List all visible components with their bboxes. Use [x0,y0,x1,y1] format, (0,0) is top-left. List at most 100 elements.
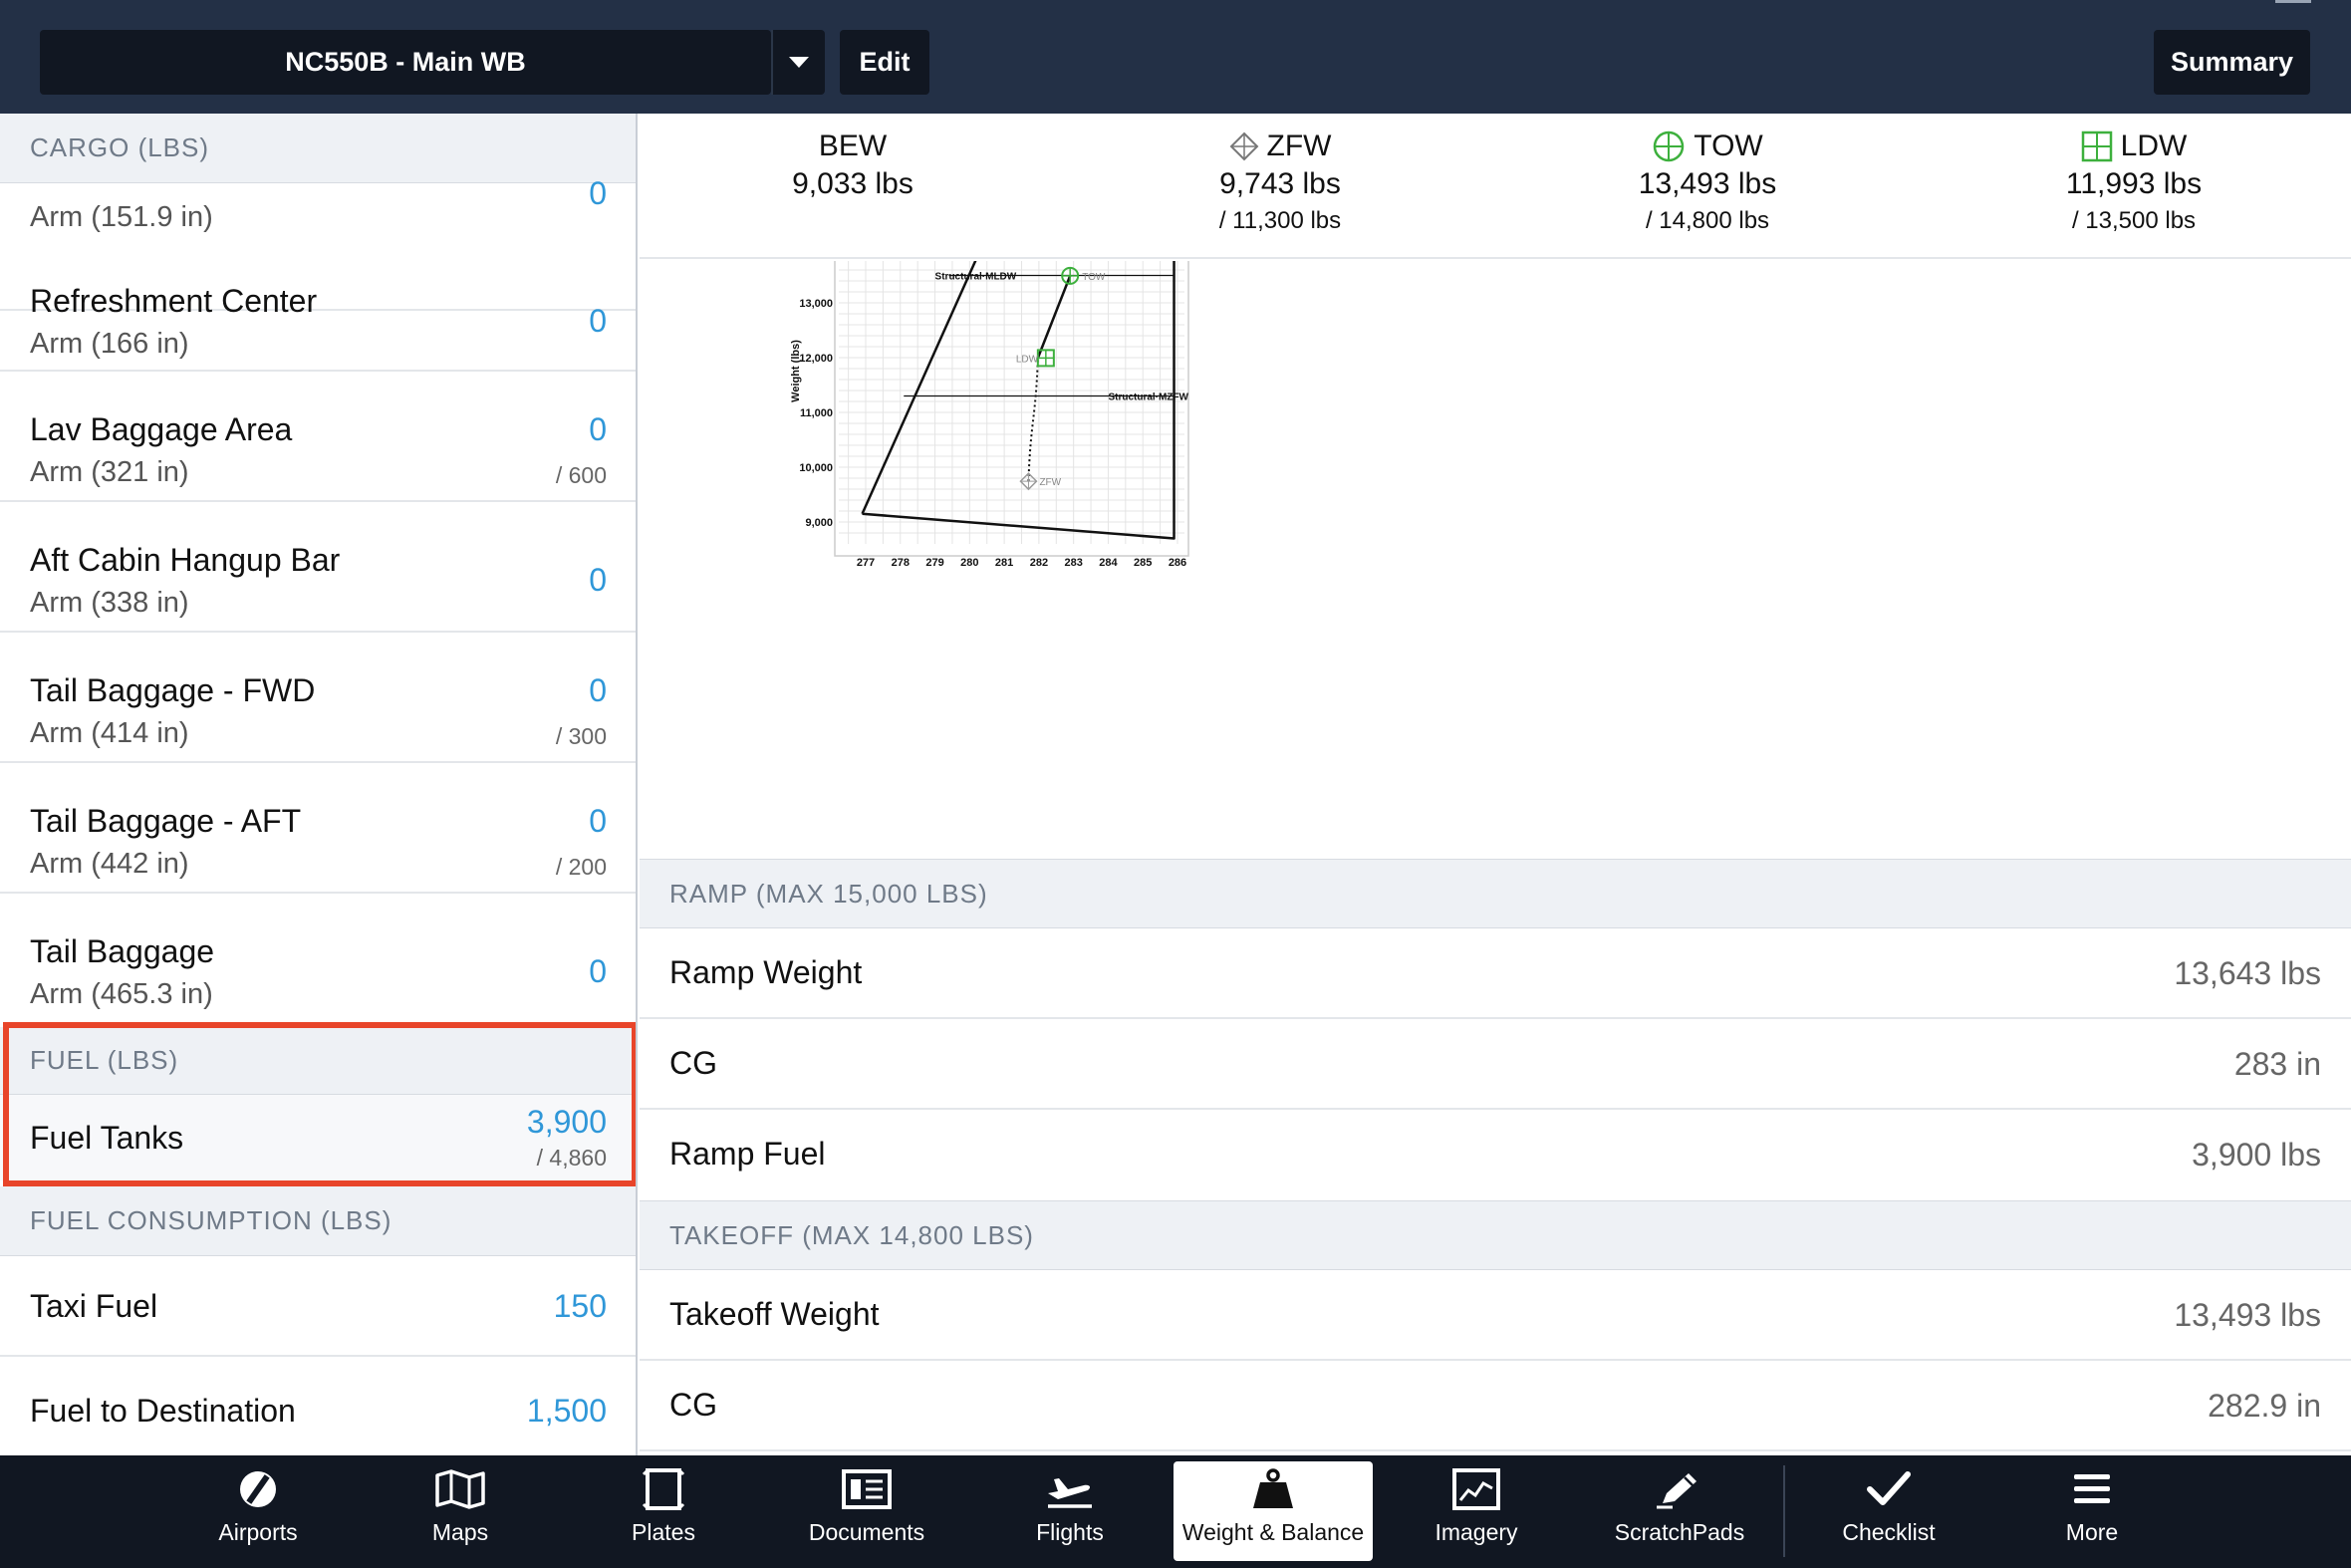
ldw-label: LDW [2120,130,2188,162]
status-indicator [2275,0,2311,3]
weight-summary: BEW 9,033 lbs ZFW 9,743 lbs / 11,300 lbs [640,114,2351,259]
cargo-row-lav-baggage-area[interactable]: Lav Baggage Area Arm (321 in) 0 / 600 [0,372,636,502]
zfw-point-label: ZFW [1039,477,1061,488]
profile-selector[interactable]: NC550B - Main WB [40,30,771,95]
tab-imagery[interactable]: Imagery [1377,1461,1576,1561]
tab-checklist[interactable]: Checklist [1789,1461,1988,1561]
zfw-limit: / 11,300 lbs [1218,207,1342,234]
summary-button[interactable]: Summary [2154,30,2310,95]
tab-label: Airports [218,1519,298,1545]
ramp-fuel-label: Ramp Fuel [669,1136,826,1172]
takeoff-cg-row: CG 282.9 in [640,1361,2351,1451]
cargo-value[interactable]: 0 [589,803,607,840]
ramp-weight-row: Ramp Weight 13,643 lbs [640,928,2351,1019]
tab-weight-balance[interactable]: Weight & Balance [1174,1461,1373,1561]
flights-icon [1048,1478,1092,1508]
tab-more[interactable]: More [1992,1461,2192,1561]
cargo-value[interactable]: 0 [589,672,607,709]
map-icon [435,1469,485,1509]
scale-icon [1253,1468,1293,1508]
ldw-point-label: LDW [1016,354,1039,365]
cargo-row-tail-baggage-aft[interactable]: Tail Baggage - AFT Arm (442 in) 0 / 200 [0,763,636,894]
chart-frame [834,185,1189,557]
takeoff-cg-value: 282.9 in [2208,1388,2321,1424]
cargo-value[interactable]: 0 [589,953,607,990]
tab-scratchpads[interactable]: ScratchPads [1580,1461,1779,1561]
imagery-icon [1452,1468,1500,1510]
ramp-weight-label: Ramp Weight [669,954,863,990]
tab-label: Weight & Balance [1181,1519,1365,1545]
zfw-label: ZFW [1266,130,1332,162]
weight-balance-detail: BEW 9,033 lbs ZFW 9,743 lbs / 11,300 lbs [640,114,2351,1455]
tow-limit: / 14,800 lbs [1645,207,1770,234]
tow-value: 13,493 lbs [1638,167,1777,200]
ramp-cg-row: CG 283 in [640,1019,2351,1110]
cargo-max: / 300 [555,723,607,749]
y-tick-label: 12,000 [799,353,833,365]
tow-stat: TOW 13,493 lbs / 14,800 lbs [1558,128,1857,235]
tab-maps[interactable]: Maps [361,1461,560,1561]
tab-label: Imagery [1435,1519,1518,1545]
cargo-row-aft-cabin-hangup-bar[interactable]: Aft Cabin Hangup Bar Arm (338 in) 0 [0,502,636,633]
taxi-fuel-value[interactable]: 150 [554,1288,607,1325]
cargo-value[interactable]: 0 [589,175,607,212]
tab-label: Documents [808,1519,925,1545]
cargo-arm: Arm (442 in) [30,848,189,880]
cargo-value[interactable]: 0 [589,303,607,340]
x-tick-label: 285 [1134,557,1152,569]
tab-flights[interactable]: Flights [970,1461,1170,1561]
profile-dropdown-button[interactable] [771,30,825,95]
menu-icon [2074,1474,2110,1503]
cargo-arm: Arm (321 in) [30,456,189,488]
cargo-arm: Arm (338 in) [30,587,189,619]
cargo-row-tail-baggage[interactable]: Tail Baggage Arm (465.3 in) 0 [0,894,636,1024]
bew-label: BEW [818,130,888,162]
y-tick-label: 10,000 [799,462,833,474]
x-tick-label: 281 [995,557,1013,569]
tab-airports[interactable]: Airports [158,1461,358,1561]
cargo-arm: Arm (414 in) [30,717,189,749]
y-tick-label: 11,000 [800,407,833,419]
airports-icon [240,1471,276,1507]
edit-button[interactable]: Edit [840,30,929,95]
ramp-weight-value: 13,643 lbs [2174,955,2321,991]
ramp-section-header: RAMP (MAX 15,000 LBS) [640,859,2351,928]
cargo-value[interactable]: 0 [589,562,607,599]
cargo-section-header: CARGO (LBS) [0,114,636,183]
cargo-arm: Arm (465.3 in) [30,978,213,1010]
tab-documents[interactable]: Documents [767,1461,966,1561]
limit-line-label: Structural·MZFW [1108,392,1188,403]
cargo-name: Tail Baggage [30,933,215,969]
highlight-annotation [3,1022,636,1186]
cargo-name: Refreshment Center [30,283,318,319]
limit-line-label: Structural·MLDW [935,272,1017,283]
tab-label: ScratchPads [1614,1519,1745,1545]
ramp-cg-value: 283 in [2233,1046,2321,1082]
pencil-icon [1657,1473,1697,1509]
taxi-fuel-label: Taxi Fuel [30,1288,158,1324]
fuel-to-destination-row[interactable]: Fuel to Destination 1,500 [0,1357,636,1455]
checkmark-icon [1867,1471,1911,1505]
ldw-stat: LDW 11,993 lbs / 13,500 lbs [1984,128,2283,235]
zfw-stat: ZFW 9,743 lbs / 11,300 lbs [1131,128,1430,235]
taxi-fuel-row[interactable]: Taxi Fuel 150 [0,1256,636,1357]
tab-plates[interactable]: Plates [564,1461,763,1561]
ramp-fuel-value: 3,900 lbs [2192,1137,2321,1173]
cargo-name: Lav Baggage Area [30,411,293,447]
cargo-name: Tail Baggage - FWD [30,672,316,708]
x-tick-label: 278 [892,557,910,569]
tab-label: Flights [1036,1519,1104,1545]
tab-label: Checklist [1842,1519,1936,1545]
zfw-value: 9,743 lbs [1219,167,1341,200]
x-tick-label: 284 [1099,557,1118,569]
cargo-value[interactable]: 0 [589,411,607,448]
tab-label: Plates [632,1519,695,1545]
cargo-row-tail-baggage-fwd[interactable]: Tail Baggage - FWD Arm (414 in) 0 / 300 [0,633,636,763]
y-tick-label: 13,000 [799,298,833,310]
ramp-cg-label: CG [669,1045,717,1081]
cg-envelope-chart-area: 9,00010,00011,00012,00013,00014,00015,00… [640,185,2351,859]
fuel-to-destination-value[interactable]: 1,500 [527,1393,607,1430]
square-crosshair-icon [2081,131,2112,162]
loading-stations-list[interactable]: CARGO (LBS) 0 Arm (151.9 in) Refreshment… [0,114,638,1455]
cargo-row-refreshment-center[interactable]: Refreshment Center Arm (166 in) 0 [0,241,636,372]
